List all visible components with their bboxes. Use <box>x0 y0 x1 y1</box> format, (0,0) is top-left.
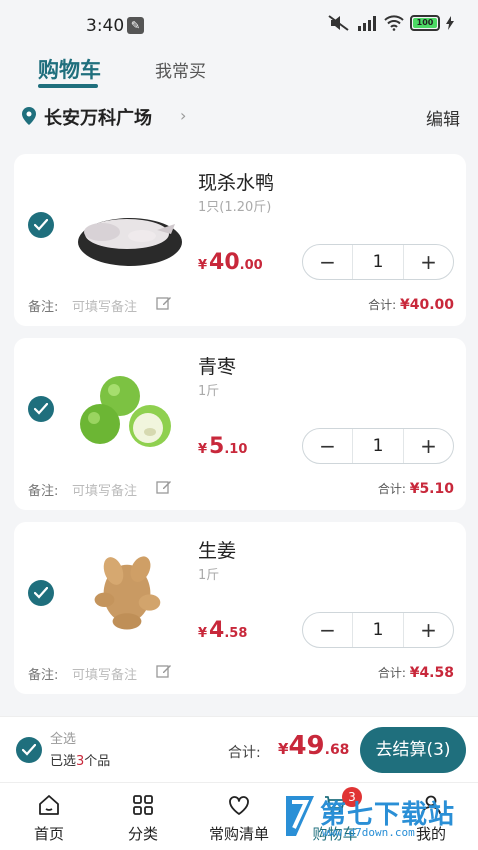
select-all-label[interactable]: 全选 <box>50 728 76 747</box>
increase-button[interactable]: + <box>403 245 453 279</box>
product-name: 生姜 <box>198 540 237 562</box>
location-pin-icon <box>22 107 36 125</box>
checkmark-icon <box>22 744 36 756</box>
product-image-jujube <box>80 376 171 447</box>
status-icons: 100 <box>328 15 454 31</box>
note-label: 备注: <box>28 300 59 315</box>
cart-item: 青枣 1斤 ¥5.10 − 1 + 备注: 可填写备注 合计: ¥5.10 <box>14 338 466 510</box>
status-bar: 3:40 ✎ 100 <box>0 0 478 46</box>
increase-button[interactable]: + <box>403 613 453 647</box>
signal-icon <box>358 16 376 31</box>
note-input[interactable]: 可填写备注 <box>72 296 137 315</box>
heart-icon <box>229 796 249 815</box>
mute-icon <box>328 15 349 31</box>
battery-level: 100 <box>413 18 437 28</box>
product-price: ¥5.10 <box>198 434 248 459</box>
tab-home-label: 首页 <box>33 825 64 843</box>
quantity-stepper: − 1 + <box>302 612 454 648</box>
checkmark-icon <box>34 587 48 599</box>
note-label: 备注: <box>28 484 59 499</box>
product-spec: 1斤 <box>198 568 220 583</box>
wifi-icon <box>384 15 404 31</box>
store-name[interactable]: 长安万科广场 <box>44 104 152 130</box>
product-price: ¥4.58 <box>198 618 248 643</box>
item-subtotal: 合计: ¥5.10 <box>377 481 454 497</box>
select-all-checkbox[interactable] <box>16 737 42 763</box>
tab-category[interactable]: 分类 <box>98 783 188 850</box>
cart-item: 生姜 1斤 ¥4.58 − 1 + 备注: 可填写备注 合计: ¥4.58 <box>14 522 466 694</box>
notification-app-icon: ✎ <box>127 17 144 34</box>
product-image-ginger <box>94 556 161 630</box>
store-location-row[interactable]: 长安万科广场 › 编辑 <box>0 100 478 134</box>
quantity-stepper: − 1 + <box>302 244 454 280</box>
watermark-logo-icon <box>286 796 314 836</box>
product-spec: 1斤 <box>198 384 220 399</box>
watermark-url: www.d7down.com <box>322 826 415 839</box>
product-name: 青枣 <box>198 356 237 378</box>
total-label: 合计: <box>228 745 261 761</box>
tab-frequent-list[interactable]: 常购清单 <box>194 783 284 850</box>
tab-cart[interactable]: 购物车 <box>38 54 101 84</box>
decrease-button[interactable]: − <box>303 429 353 463</box>
checkout-bar: 全选 已选3个品 合计: ¥49.68 去结算(3) <box>0 716 478 782</box>
home-icon <box>39 795 59 815</box>
quantity-value[interactable]: 1 <box>353 436 403 456</box>
top-tabs: 购物车 我常买 <box>0 50 478 94</box>
checkmark-icon <box>34 403 48 415</box>
note-input[interactable]: 可填写备注 <box>72 480 137 499</box>
grid-icon <box>133 795 153 815</box>
note-input[interactable]: 可填写备注 <box>72 664 137 683</box>
watermark: 第七下载站 www.d7down.com <box>282 786 478 850</box>
tab-category-label: 分类 <box>127 825 158 843</box>
edit-note-icon[interactable] <box>156 663 172 679</box>
charging-icon <box>446 16 454 30</box>
product-image-duck <box>78 218 182 266</box>
edit-button[interactable]: 编辑 <box>426 105 460 130</box>
tab-frequent-list-label: 常购清单 <box>208 825 269 843</box>
edit-note-icon[interactable] <box>156 295 172 311</box>
tab-frequent[interactable]: 我常买 <box>155 57 206 82</box>
item-checkbox[interactable] <box>28 580 54 606</box>
chevron-right-icon[interactable]: › <box>180 106 186 125</box>
tab-home[interactable]: 首页 <box>4 783 94 850</box>
cart-item: 现杀水鸭 1只(1.20斤) ¥40.00 − 1 + 备注: 可填写备注 合计… <box>14 154 466 326</box>
product-spec: 1只(1.20斤) <box>198 200 272 215</box>
selected-count: 已选3个品 <box>50 754 111 769</box>
item-checkbox[interactable] <box>28 212 54 238</box>
item-subtotal: 合计: ¥40.00 <box>368 297 454 313</box>
item-subtotal: 合计: ¥4.58 <box>377 665 454 681</box>
tab-active-indicator <box>38 84 98 88</box>
total-amount: ¥49.68 <box>278 731 350 761</box>
battery-icon: 100 <box>410 15 440 31</box>
checkout-button[interactable]: 去结算(3) <box>360 727 466 773</box>
product-price: ¥40.00 <box>198 250 263 275</box>
quantity-value[interactable]: 1 <box>353 252 403 272</box>
quantity-stepper: − 1 + <box>302 428 454 464</box>
increase-button[interactable]: + <box>403 429 453 463</box>
product-name: 现杀水鸭 <box>198 172 275 194</box>
decrease-button[interactable]: − <box>303 613 353 647</box>
item-checkbox[interactable] <box>28 396 54 422</box>
status-time: 3:40 <box>86 16 125 36</box>
note-label: 备注: <box>28 668 59 683</box>
decrease-button[interactable]: − <box>303 245 353 279</box>
edit-note-icon[interactable] <box>156 479 172 495</box>
checkmark-icon <box>34 219 48 231</box>
quantity-value[interactable]: 1 <box>353 620 403 640</box>
